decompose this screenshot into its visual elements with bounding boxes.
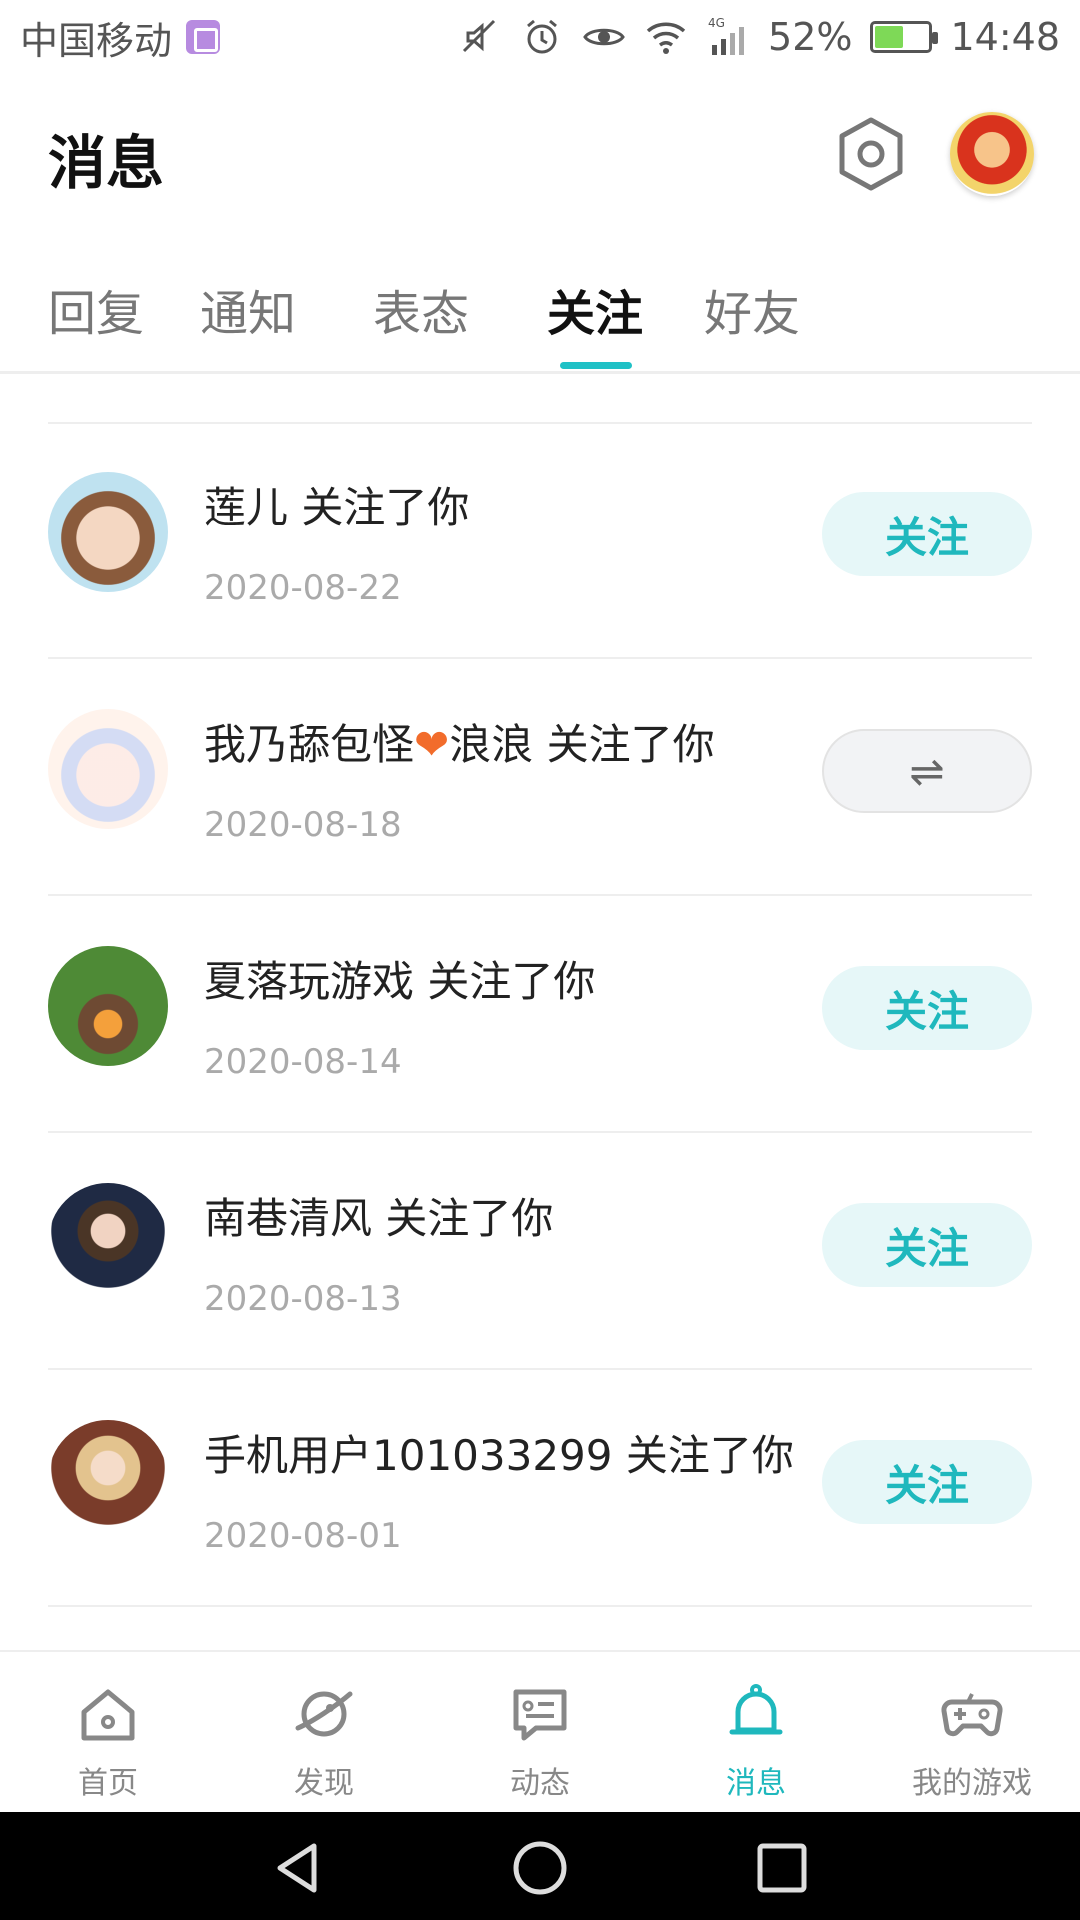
avatar[interactable] <box>48 709 168 829</box>
message-text: 我乃舔包怪❤浪浪 关注了你 <box>204 711 715 772</box>
gamepad-icon <box>941 1693 1003 1737</box>
message-date: 2020-08-18 <box>204 805 402 845</box>
status-bar: 中国移动 4G 52% 14:48 <box>0 0 1080 74</box>
feed-icon <box>513 1689 567 1741</box>
page-title: 消息 <box>48 129 165 197</box>
battery-fill <box>875 26 903 48</box>
user-name-part: 我乃舔包怪 <box>204 720 415 769</box>
list-item[interactable]: 手机用户101033299 关注了你 2020-08-01 关注 <box>48 1370 1032 1607</box>
mutual-follow-button[interactable]: ⇌ <box>822 729 1032 813</box>
settings-hexagon-icon <box>839 117 903 191</box>
nav-feed[interactable]: 动态 <box>432 1652 648 1814</box>
list-item[interactable]: 莲儿 关注了你 2020-08-22 关注 <box>48 422 1032 659</box>
message-date: 2020-08-14 <box>204 1042 402 1082</box>
tab-notice[interactable]: 通知 <box>200 274 296 344</box>
message-suffix: 关注了你 <box>612 1431 794 1480</box>
tab-follow[interactable]: 关注 <box>547 274 643 344</box>
follow-button[interactable]: 关注 <box>822 1203 1032 1287</box>
status-icons: 4G 52% 14:48 <box>458 15 1060 59</box>
avatar[interactable] <box>48 1183 168 1303</box>
nav-home-label: 首页 <box>78 1766 138 1801</box>
avatar[interactable] <box>48 946 168 1066</box>
message-text: 夏落玩游戏 关注了你 <box>204 948 595 1009</box>
message-suffix: 关注了你 <box>372 1194 554 1243</box>
follower-list: 莲儿 关注了你 2020-08-22 关注 我乃舔包怪❤浪浪 关注了你 2020… <box>48 422 1032 1607</box>
follow-button[interactable]: 关注 <box>822 966 1032 1050</box>
nav-feed-label: 动态 <box>510 1766 570 1801</box>
bell-icon <box>729 1684 783 1735</box>
list-item[interactable]: 我乃舔包怪❤浪浪 关注了你 2020-08-18 ⇌ <box>48 659 1032 896</box>
recent-apps-icon[interactable] <box>754 1840 810 1896</box>
user-name[interactable]: 南巷清风 <box>204 1194 372 1243</box>
avatar[interactable] <box>48 472 168 592</box>
user-name-part: 浪浪 <box>449 720 534 769</box>
message-suffix: 关注了你 <box>533 720 715 769</box>
message-date: 2020-08-01 <box>204 1516 402 1556</box>
wifi-icon <box>644 15 688 59</box>
message-text: 手机用户101033299 关注了你 <box>204 1422 794 1483</box>
mute-icon <box>458 15 502 59</box>
message-date: 2020-08-13 <box>204 1279 402 1319</box>
discover-icon <box>295 1691 353 1737</box>
mutual-arrows-icon: ⇌ <box>909 746 945 796</box>
nav-my-games-label: 我的游戏 <box>912 1766 1032 1801</box>
tab-reply[interactable]: 回复 <box>48 274 144 344</box>
nav-messages[interactable]: 消息 <box>648 1652 864 1814</box>
message-suffix: 关注了你 <box>414 957 596 1006</box>
user-name[interactable]: 夏落玩游戏 <box>204 957 414 1006</box>
list-item[interactable]: 夏落玩游戏 关注了你 2020-08-14 关注 <box>48 896 1032 1133</box>
heart-icon: ❤ <box>414 720 450 769</box>
home-circle-icon[interactable] <box>512 1840 568 1896</box>
message-text: 莲儿 关注了你 <box>204 474 469 535</box>
tab-bar: 回复 通知 表态 关注 好友 <box>0 244 1080 374</box>
carrier-group: 中国移动 <box>20 10 221 65</box>
clock: 14:48 <box>950 15 1060 59</box>
bottom-nav: 首页 发现 动态 消息 我的游戏 <box>0 1650 1080 1812</box>
settings-button[interactable] <box>836 116 906 192</box>
back-icon[interactable] <box>270 1840 326 1896</box>
avatar[interactable] <box>48 1420 168 1540</box>
home-icon <box>81 1689 135 1741</box>
carrier-name: 中国移动 <box>20 18 173 63</box>
battery-percent: 52% <box>768 15 853 59</box>
nav-discover[interactable]: 发现 <box>216 1652 432 1814</box>
list-item[interactable]: 南巷清风 关注了你 2020-08-13 关注 <box>48 1133 1032 1370</box>
svg-text:4G: 4G <box>708 16 725 30</box>
message-date: 2020-08-22 <box>204 568 402 608</box>
user-name[interactable]: 莲儿 <box>204 483 288 532</box>
active-tab-indicator <box>560 362 632 369</box>
user-name[interactable]: 手机用户101033299 <box>204 1431 613 1480</box>
nav-my-games[interactable]: 我的游戏 <box>864 1652 1080 1814</box>
tab-reaction[interactable]: 表态 <box>373 274 469 344</box>
tab-friends[interactable]: 好友 <box>704 274 800 344</box>
message-text: 南巷清风 关注了你 <box>204 1185 553 1246</box>
user-avatar[interactable] <box>950 112 1034 196</box>
follow-button[interactable]: 关注 <box>822 492 1032 576</box>
eye-icon <box>582 15 626 59</box>
system-nav-bar <box>0 1812 1080 1920</box>
message-suffix: 关注了你 <box>288 483 470 532</box>
nav-home[interactable]: 首页 <box>0 1652 216 1814</box>
page-header: 消息 <box>0 74 1080 244</box>
gallery-icon <box>186 20 221 54</box>
alarm-icon <box>520 15 564 59</box>
user-name[interactable]: 我乃舔包怪❤浪浪 <box>204 720 533 769</box>
nav-discover-label: 发现 <box>294 1766 354 1801</box>
follow-button[interactable]: 关注 <box>822 1440 1032 1524</box>
signal-icon: 4G <box>706 15 750 59</box>
nav-messages-label: 消息 <box>726 1766 786 1801</box>
battery-icon <box>870 21 939 53</box>
